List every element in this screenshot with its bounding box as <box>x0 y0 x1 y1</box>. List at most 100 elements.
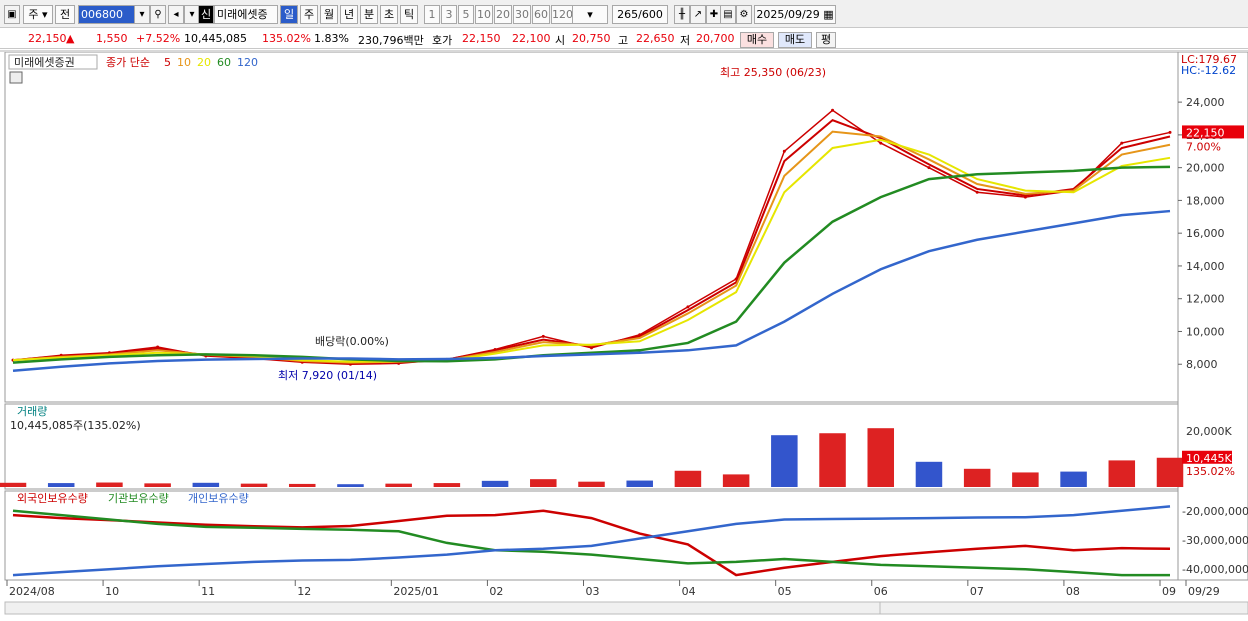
x-tick-label: 07 <box>970 585 984 598</box>
volume-bar <box>578 481 605 487</box>
legend-item: 종가 단순 <box>106 56 150 69</box>
minute-button[interactable]: 3 <box>441 5 457 24</box>
holdings-legend-item: 외국인보유수량 <box>17 492 88 505</box>
minute-button[interactable]: 5 <box>458 5 474 24</box>
low-label: 저 <box>680 34 691 47</box>
toolbar: ▣ 주 ▾ 전 006800 ▾ ⚲ ◂ ▾ 신 미래에셋증 ▾ 265/600… <box>0 0 1248 28</box>
price-tag-label: 22,150 <box>1186 126 1225 139</box>
chart-title: 미래에셋증권 <box>14 56 75 69</box>
legend-item: 10 <box>177 56 191 69</box>
period-button[interactable]: 분 <box>360 5 378 24</box>
volume-bar <box>722 474 750 487</box>
code-input[interactable]: 006800 <box>78 5 136 24</box>
y-tick-label: 8,000 <box>1186 358 1218 371</box>
data-point <box>541 334 545 338</box>
sell-button[interactable]: 매도 <box>778 32 812 48</box>
volume-bar <box>337 484 364 487</box>
y-tick-label: -30,000,000 <box>1182 534 1248 547</box>
volume-ratio: 135.02% <box>262 32 311 45</box>
minute-button[interactable]: 1 <box>424 5 440 24</box>
legend-item: 120 <box>237 56 258 69</box>
volume-bar <box>1156 457 1184 487</box>
data-point <box>1120 141 1124 145</box>
data-point <box>975 190 979 194</box>
minute-button[interactable]: 30 <box>513 5 531 24</box>
period-button[interactable]: 주 <box>300 5 318 24</box>
x-tick-label: 10 <box>105 585 119 598</box>
x-tick-label: 12 <box>297 585 311 598</box>
high-price: 22,650 <box>636 32 675 45</box>
x-tick-label: 04 <box>682 585 696 598</box>
chart-area[interactable]: 24,00022,00020,00018,00016,00014,00012,0… <box>0 52 1248 621</box>
low-annotation: 최저 7,920 (01/14) <box>278 369 377 382</box>
current-price: 22,150 <box>28 32 67 45</box>
chevron-down-icon[interactable]: ▾ <box>134 5 150 24</box>
period-button[interactable]: 년 <box>340 5 358 24</box>
low-price: 20,700 <box>696 32 735 45</box>
date-field[interactable]: 2025/09/29 ▦ <box>754 5 836 24</box>
volume-bar <box>1060 471 1087 487</box>
volume-panel <box>4 403 1179 490</box>
count-select[interactable]: ▾ <box>572 5 608 24</box>
volume-bar <box>1012 472 1039 487</box>
y-tick-label: 16,000 <box>1186 227 1225 240</box>
eval-button[interactable]: 평 <box>816 32 836 48</box>
y-tick-label: 10,000 <box>1186 325 1225 338</box>
y-tick-label: 24,000 <box>1186 96 1225 109</box>
data-point <box>927 166 931 170</box>
volume-title: 거래량 <box>17 405 47 418</box>
speaker-icon[interactable]: ◂ <box>168 5 184 24</box>
period-button[interactable]: 틱 <box>400 5 418 24</box>
volume-bar <box>1108 460 1136 487</box>
y-tick-label: 12,000 <box>1186 293 1225 306</box>
count-field[interactable]: 265/600 <box>612 5 668 24</box>
prev-button[interactable]: 전 <box>55 5 75 24</box>
draw-icon[interactable]: ↗ <box>690 5 706 24</box>
period-button[interactable]: 일 <box>280 5 298 24</box>
x-tick-label: 2025/01 <box>393 585 439 598</box>
stock-name[interactable]: 미래에셋증 <box>214 5 278 24</box>
volume-pct-label: 135.02% <box>1186 465 1235 478</box>
search-icon[interactable]: ⚲ <box>150 5 166 24</box>
holdings-legend-item: 기관보유수량 <box>108 492 169 505</box>
type-label: 주 <box>28 8 39 21</box>
holdings-panel <box>4 490 1179 581</box>
x-tick-label: 06 <box>874 585 888 598</box>
amount: 230,796백만 <box>358 34 424 47</box>
minute-button[interactable]: 60 <box>532 5 550 24</box>
volume-bar <box>674 470 702 487</box>
new-badge: 신 <box>198 5 214 24</box>
data-point <box>831 108 835 112</box>
minute-button[interactable]: 10 <box>475 5 493 24</box>
gear-icon[interactable]: ⚙ <box>736 5 752 24</box>
change-pct: +7.52% <box>136 32 181 45</box>
volume-bar <box>433 483 461 487</box>
buy-button[interactable]: 매수 <box>740 32 774 48</box>
period-button[interactable]: 월 <box>320 5 338 24</box>
holdings-legend-item: 개인보유수량 <box>188 492 249 505</box>
data-point <box>1168 130 1172 134</box>
y-tick-label: 14,000 <box>1186 260 1225 273</box>
date-value: 2025/09/29 <box>756 8 820 21</box>
dividend-annotation: 배당락(0.00%) <box>315 335 389 348</box>
grid-icon <box>9 71 23 84</box>
volume-bar <box>963 468 991 487</box>
x-tick-label: 08 <box>1066 585 1080 598</box>
y-tick-label: 20,000K <box>1186 425 1232 438</box>
legend-item: 20 <box>197 56 211 69</box>
data-point <box>879 141 883 145</box>
volume-bar <box>481 480 509 487</box>
save-icon[interactable]: ▤ <box>720 5 736 24</box>
x-tick-label: 11 <box>201 585 215 598</box>
chart-window: ▣ 주 ▾ 전 006800 ▾ ⚲ ◂ ▾ 신 미래에셋증 ▾ 265/600… <box>0 0 1248 621</box>
scrollbar <box>4 601 886 615</box>
candle-icon[interactable]: ╫ <box>674 5 690 24</box>
minute-button[interactable]: 120 <box>551 5 573 24</box>
window-icon[interactable]: ▣ <box>4 5 20 24</box>
period-button[interactable]: 초 <box>380 5 398 24</box>
data-point <box>686 305 690 309</box>
volume-bar <box>144 483 171 487</box>
minute-button[interactable]: 20 <box>494 5 512 24</box>
type-select[interactable]: 주 ▾ <box>23 5 53 24</box>
data-point <box>782 149 786 153</box>
